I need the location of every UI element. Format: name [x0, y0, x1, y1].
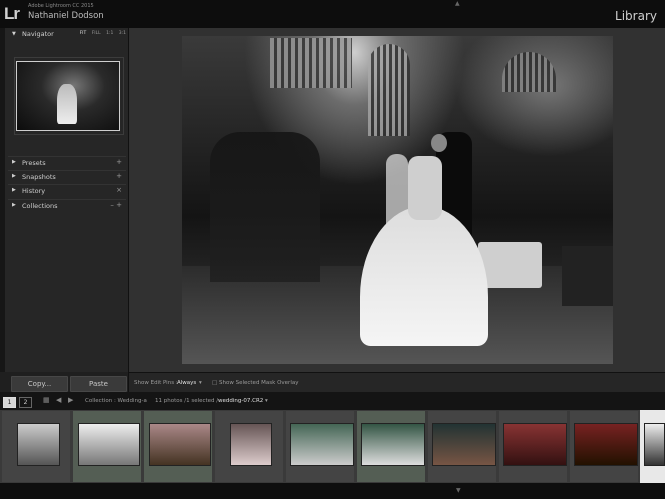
collection-source[interactable]: Collection : Wedding-a [85, 398, 147, 404]
collapse-bottom-icon[interactable]: ▼ [456, 487, 461, 494]
photo-table [478, 242, 542, 288]
navigator-title: Navigator [22, 30, 54, 38]
photo-window-arch [368, 44, 410, 136]
bottom-bar [0, 483, 665, 499]
zoom-fill[interactable]: FILL [92, 31, 101, 36]
expand-triangle-icon[interactable]: ▶ [12, 202, 16, 208]
expand-triangle-icon[interactable]: ▶ [12, 173, 16, 179]
panel-label: Presets [22, 159, 46, 167]
page-1-button[interactable]: 1 [3, 397, 16, 408]
grid-icon[interactable]: ▦ [43, 396, 50, 404]
toolbar [129, 372, 665, 393]
filmstrip-thumbnail[interactable] [361, 423, 425, 466]
mask-overlay-label: Show Selected Mask Overlay [219, 380, 299, 386]
filmstrip-thumbnail[interactable] [17, 423, 60, 466]
clear-history-icon[interactable]: × [116, 186, 122, 194]
photo-window [270, 38, 352, 88]
filmstrip-thumbnail[interactable] [503, 423, 567, 466]
zoom-1-1[interactable]: 1:1 [106, 31, 113, 36]
filmstrip-thumbnail[interactable] [432, 423, 496, 466]
copy-button[interactable]: Copy... [11, 376, 68, 392]
filmstrip-thumbnail[interactable] [574, 423, 638, 466]
source-dropdown-icon[interactable]: ▾ [263, 398, 268, 404]
filmstrip-thumbnail[interactable] [644, 423, 665, 466]
zoom-fit[interactable]: FIT [80, 31, 87, 36]
panel-presets[interactable]: ▶ Presets + [8, 156, 126, 169]
mask-overlay-checkbox[interactable]: □ [212, 380, 217, 386]
filmstrip-thumbnail[interactable] [78, 423, 140, 466]
panel-label: Snapshots [22, 173, 56, 181]
navigator-preview[interactable] [16, 61, 120, 131]
filmstrip-thumbnail[interactable] [290, 423, 354, 466]
add-snapshot-icon[interactable]: + [116, 172, 122, 180]
disclosure-triangle-icon[interactable]: ▼ [12, 31, 16, 37]
panel-snapshots[interactable]: ▶ Snapshots + [8, 170, 126, 183]
navigator-header[interactable]: ▼ Navigator FIT FILL 1:1 3:1 [8, 30, 126, 41]
selected-filename[interactable]: wedding-07.CR2 [218, 398, 263, 404]
photo-head [431, 134, 447, 152]
panel-label: Collections [22, 202, 58, 210]
add-preset-icon[interactable]: + [116, 158, 122, 166]
arrow-left-icon[interactable]: ◀ [56, 396, 61, 404]
zoom-options: FIT FILL 1:1 3:1 [76, 31, 126, 36]
zoom-3-1[interactable]: 3:1 [119, 31, 126, 36]
panel-history[interactable]: ▶ History × [8, 184, 126, 197]
module-library[interactable]: Library [615, 9, 657, 23]
main-photo[interactable] [182, 36, 613, 364]
photo-window-arch [502, 52, 556, 92]
dropdown-arrow-icon[interactable]: ▾ [199, 380, 202, 386]
arrow-right-icon[interactable]: ▶ [68, 396, 73, 404]
edit-pins-label: Show Edit Pins : [134, 380, 178, 386]
expand-triangle-icon[interactable]: ▶ [12, 159, 16, 165]
photo-table [562, 246, 613, 306]
filmstrip-thumbnail[interactable] [230, 423, 272, 466]
lightroom-logo: Lr [4, 4, 20, 23]
paste-button[interactable]: Paste [70, 376, 127, 392]
expand-triangle-icon[interactable]: ▶ [12, 187, 16, 193]
edit-pins-dropdown[interactable]: Always [177, 380, 196, 386]
preview-figure [57, 84, 77, 124]
collapse-top-icon[interactable]: ▲ [455, 0, 460, 7]
photo-crowd [210, 132, 320, 282]
user-name: Nathaniel Dodson [28, 11, 104, 21]
product-name: Adobe Lightroom CC 2015 [28, 3, 94, 9]
panel-collections[interactable]: ▶ Collections – + [8, 199, 126, 212]
left-panel-edge[interactable] [0, 28, 5, 392]
collection-actions-icon[interactable]: – + [110, 201, 122, 209]
panel-label: History [22, 187, 46, 195]
photo-bodice [408, 156, 442, 220]
photo-count: 11 photos /1 selected / [155, 398, 219, 404]
page-2-button[interactable]: 2 [19, 397, 32, 408]
filmstrip-thumbnail[interactable] [149, 423, 211, 466]
